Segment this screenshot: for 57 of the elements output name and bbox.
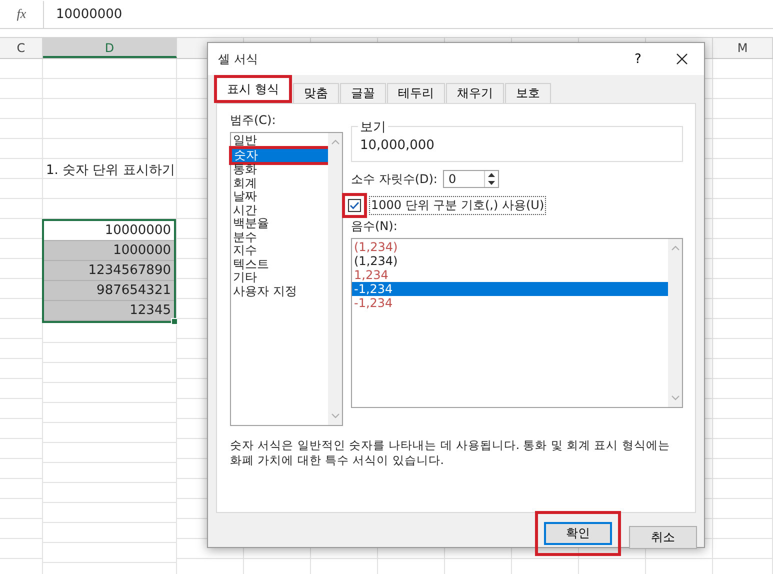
list-item[interactable]: 텍스트: [231, 258, 328, 271]
list-item[interactable]: 날짜: [231, 190, 328, 204]
close-icon: [676, 53, 688, 65]
column-header[interactable]: M: [713, 38, 773, 58]
sample-label: 보기: [358, 118, 388, 136]
scroll-up-icon[interactable]: [670, 245, 680, 251]
tab[interactable]: 맞춤: [292, 83, 339, 103]
list-item[interactable]: 사용자 지정: [231, 284, 328, 298]
scrollbar[interactable]: [668, 239, 682, 407]
function-label: fx: [16, 6, 28, 22]
tab[interactable]: 표시 형식: [217, 78, 289, 100]
list-item[interactable]: 시간: [231, 204, 328, 217]
list-item[interactable]: 지수: [231, 244, 328, 258]
dialog-button[interactable]: 확인: [544, 522, 612, 545]
dialog-button[interactable]: 취소: [629, 526, 697, 549]
dialog-title: 셀 서식: [218, 50, 258, 68]
list-item[interactable]: 분수: [231, 230, 328, 244]
spin-down-icon[interactable]: [487, 180, 496, 186]
table-cell[interactable]: 1000000: [44, 241, 174, 261]
checkbox[interactable]: [348, 199, 361, 212]
tab[interactable]: 보호: [504, 83, 551, 103]
table-cell[interactable]: 10000000: [44, 221, 174, 241]
spin-up-icon[interactable]: [487, 172, 496, 178]
decimals-spinner[interactable]: 0: [443, 170, 500, 188]
scroll-down-icon[interactable]: [670, 395, 680, 401]
list-item[interactable]: 1,234: [352, 268, 668, 282]
list-item[interactable]: (1,234): [352, 240, 668, 254]
description-text: 숫자 서식은 일반적인 숫자를 나타내는 데 사용됩니다. 통화 및 회계 표시 형식에는 화폐 가치에 대한 특수 서식이 있습니다.: [230, 438, 671, 468]
list-item[interactable]: -1,234: [352, 296, 668, 310]
table-cell[interactable]: 987654321: [44, 281, 174, 301]
sample-value: 10,000,000: [360, 138, 434, 153]
checkbox-label[interactable]: 1000 단위 구분 기호(,) 사용(U): [369, 196, 546, 215]
column-header[interactable]: D: [43, 38, 177, 58]
tab[interactable]: 채우기: [446, 83, 504, 103]
negative-number-list[interactable]: (1,234) (1,234) 1,234 -1,234 -1,234: [351, 238, 683, 408]
table-cell[interactable]: 12345: [44, 301, 174, 321]
negative-label: 음수(N):: [351, 218, 398, 235]
list-item[interactable]: (1,234): [352, 254, 668, 268]
help-button[interactable]: ?: [616, 44, 660, 74]
scroll-up-icon[interactable]: [330, 139, 340, 145]
tab[interactable]: 글꼴: [340, 83, 386, 103]
list-item[interactable]: 일반: [231, 134, 328, 148]
list-item[interactable]: -1,234: [352, 282, 668, 296]
category-label: 범주(C):: [230, 112, 277, 129]
formula-input[interactable]: 10000000: [43, 0, 773, 28]
scroll-down-icon[interactable]: [330, 413, 340, 419]
list-item[interactable]: 통화: [231, 163, 328, 176]
decimals-label: 소수 자릿수(D):: [351, 170, 438, 188]
list-item[interactable]: 회계: [231, 176, 328, 190]
list-item[interactable]: 기타: [231, 271, 328, 284]
category-list[interactable]: 일반 숫자 통화 회계 날짜 시간 백분율 분수 지수 텍스트 기타 사용자 지정: [230, 132, 343, 426]
scrollbar[interactable]: [328, 133, 342, 425]
tab[interactable]: 테두리: [386, 83, 445, 103]
list-item[interactable]: 백분율: [231, 217, 328, 230]
fill-handle[interactable]: [171, 318, 178, 325]
cell-text: 1. 숫자 단위 표시하기: [46, 162, 175, 179]
table-cell[interactable]: 1234567890: [44, 261, 174, 281]
